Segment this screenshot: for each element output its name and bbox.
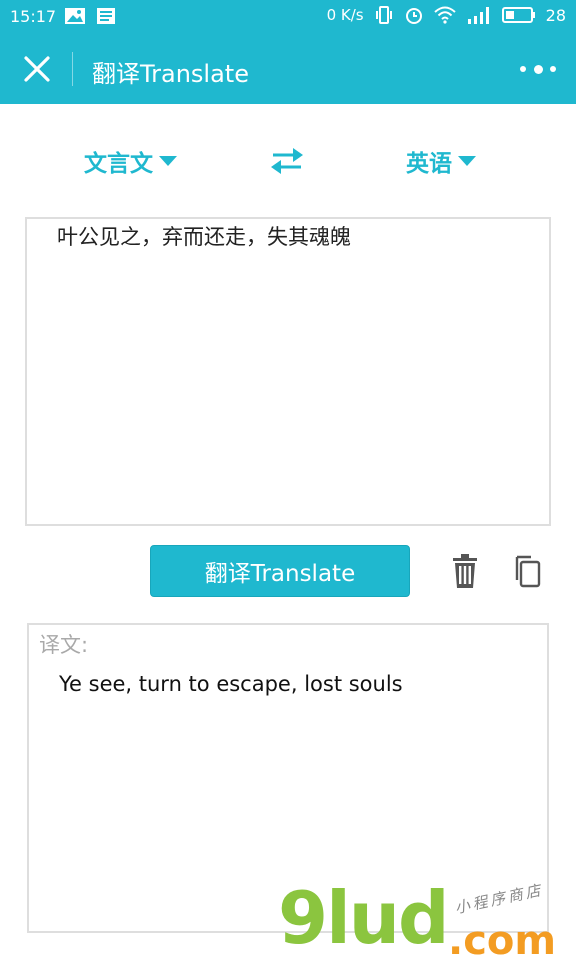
title-bar: 翻译Translate: [0, 34, 576, 104]
image-icon: [64, 7, 86, 25]
battery-level: 28: [545, 5, 566, 25]
source-language-select[interactable]: 文言文: [84, 144, 177, 178]
copy-button[interactable]: [512, 553, 542, 589]
battery-icon: [501, 7, 536, 23]
translation-text: Ye see, turn to escape, lost souls: [59, 672, 403, 696]
more-icon-right: [550, 66, 556, 72]
source-text: 叶公见之，弃而还走，失其魂魄: [57, 225, 351, 249]
status-time: 15:17: [10, 7, 57, 26]
source-text-input[interactable]: 叶公见之，弃而还走，失其魂魄: [25, 217, 551, 526]
copy-icon: [515, 555, 541, 588]
more-icon-center: [533, 64, 543, 74]
more-icon: [520, 66, 526, 72]
swap-languages-button[interactable]: [267, 144, 307, 178]
wifi-icon: [433, 6, 456, 24]
caret-down-icon: [458, 156, 476, 166]
watermark: 9lud 小程序商店 .com: [278, 880, 576, 960]
output-label: 译文:: [39, 633, 89, 657]
document-icon: [96, 7, 116, 25]
vibrate-icon: [374, 5, 394, 25]
alarm-icon: [404, 5, 424, 25]
target-language-select[interactable]: 英语: [406, 144, 476, 178]
language-row: 文言文 英语: [0, 138, 576, 186]
trash-icon: [453, 554, 477, 588]
network-speed: 0 K/s: [326, 6, 364, 24]
close-button[interactable]: [20, 52, 54, 86]
translate-button[interactable]: 翻译Translate: [150, 545, 410, 597]
status-bar: 15:17 0 K/s 28: [0, 0, 576, 34]
delete-button[interactable]: [450, 553, 480, 589]
watermark-tagline: 小程序商店: [453, 880, 546, 918]
caret-down-icon: [159, 156, 177, 166]
more-button[interactable]: [520, 56, 556, 82]
watermark-suffix: .com: [448, 918, 557, 960]
target-language-label: 英语: [406, 151, 452, 177]
status-left-icons: [64, 7, 116, 25]
title-divider: [72, 52, 73, 86]
swap-arrows-icon: [271, 148, 303, 174]
close-icon: [24, 56, 50, 82]
watermark-logo: 9lud: [278, 876, 450, 960]
signal-4g-icon: [466, 5, 492, 25]
source-language-label: 文言文: [84, 151, 153, 177]
page-title: 翻译Translate: [92, 60, 249, 88]
status-right-icons: 0 K/s 28: [327, 5, 566, 25]
